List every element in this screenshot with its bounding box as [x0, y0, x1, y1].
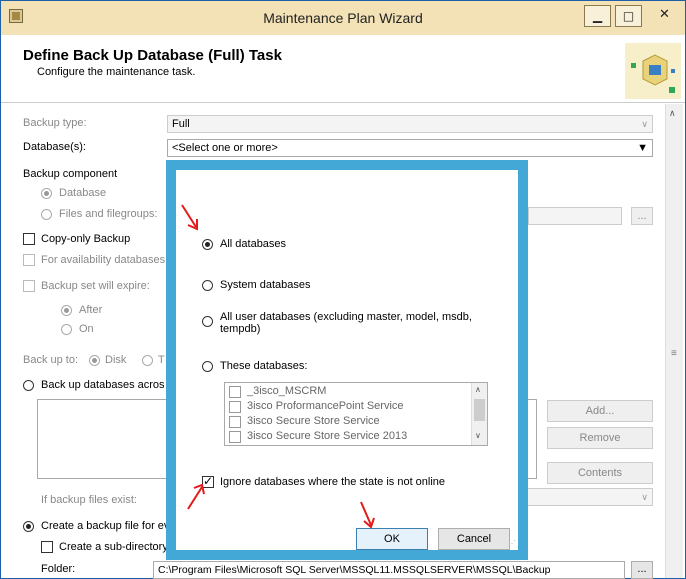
- databases-value: <Select one or more>: [172, 142, 278, 154]
- chevron-down-icon: ∨: [641, 492, 648, 502]
- folder-browse-button[interactable]: ...: [631, 561, 653, 579]
- system-databases-radio[interactable]: [202, 280, 213, 291]
- component-database-radio[interactable]: [41, 188, 52, 199]
- database-selection-dialog: All databases System databases All user …: [166, 160, 528, 560]
- database-checkbox[interactable]: [229, 431, 241, 443]
- back-up-to-tape-label: T: [158, 354, 165, 366]
- create-subdir-checkbox[interactable]: [41, 541, 53, 553]
- annotation-arrow-icon: [360, 501, 375, 529]
- all-databases-radio[interactable]: [202, 239, 213, 250]
- if-backup-exists-label: If backup files exist:: [41, 494, 137, 506]
- folder-label: Folder:: [41, 563, 76, 575]
- scroll-down-icon[interactable]: ∨: [475, 431, 481, 440]
- back-up-across-radio[interactable]: [23, 380, 34, 391]
- back-up-across-label: Back up databases acros: [41, 379, 165, 391]
- list-scrollbar[interactable]: ∧ ∨: [471, 383, 487, 445]
- databases-select[interactable]: <Select one or more> ▼: [167, 139, 653, 157]
- all-user-databases-label-cont: tempdb): [220, 323, 261, 335]
- database-list[interactable]: _3isco_MSCRM 3isco ProformancePoint Serv…: [224, 382, 488, 446]
- back-up-to-tape-radio[interactable]: [142, 355, 153, 366]
- database-checkbox[interactable]: [229, 401, 241, 413]
- wizard-header: Define Back Up Database (Full) Task Conf…: [1, 35, 685, 103]
- create-backup-file-label: Create a backup file for ev: [41, 520, 170, 532]
- all-user-databases-label: All user databases (excluding master, mo…: [220, 311, 472, 323]
- add-button[interactable]: Add...: [547, 400, 653, 422]
- these-databases-label: These databases:: [220, 360, 308, 372]
- title-bar: Maintenance Plan Wizard ▁ □ ✕: [1, 1, 685, 35]
- window-title: Maintenance Plan Wizard: [263, 10, 423, 26]
- database-name: 3isco Secure Store Service 2013: [247, 430, 408, 442]
- back-up-to-label: Back up to:: [23, 354, 79, 366]
- resize-grip-icon[interactable]: ⋰: [508, 539, 516, 548]
- vertical-scrollbar[interactable]: ∧ ≡: [665, 104, 683, 578]
- backup-set-expire-checkbox[interactable]: [23, 280, 35, 292]
- expire-on-label: On: [79, 323, 94, 335]
- cancel-button[interactable]: Cancel: [438, 528, 510, 550]
- scroll-up-icon[interactable]: ∧: [669, 108, 676, 119]
- back-up-to-disk-radio[interactable]: [89, 355, 100, 366]
- annotation-arrow-icon: [181, 204, 198, 231]
- backup-type-select[interactable]: Full ∨: [167, 115, 653, 133]
- scroll-thumb[interactable]: [474, 399, 485, 421]
- close-button[interactable]: ✕: [646, 5, 683, 27]
- backup-type-label: Backup type:: [23, 117, 87, 129]
- back-up-to-disk-label: Disk: [105, 354, 127, 366]
- backup-type-value: Full: [172, 118, 190, 130]
- database-name: 3isco Secure Store Service: [247, 415, 380, 427]
- availability-checkbox[interactable]: [23, 254, 35, 266]
- minimize-button[interactable]: ▁: [584, 5, 611, 27]
- database-checkbox[interactable]: [229, 416, 241, 428]
- expire-after-label: After: [79, 304, 103, 316]
- database-name: 3isco ProformancePoint Service: [247, 400, 404, 412]
- database-name: _3isco_MSCRM: [247, 385, 327, 397]
- all-user-databases-radio[interactable]: [202, 316, 213, 327]
- chevron-down-icon: ∨: [641, 119, 648, 129]
- backup-set-expire-label: Backup set will expire:: [41, 280, 150, 292]
- component-files-label: Files and filegroups:: [59, 208, 158, 220]
- ok-button[interactable]: OK: [356, 528, 428, 550]
- annotation-arrow-icon: [187, 483, 205, 510]
- page-title: Define Back Up Database (Full) Task: [23, 47, 282, 64]
- create-backup-file-radio[interactable]: [23, 521, 34, 532]
- wizard-graphic-icon: [625, 43, 681, 99]
- page-subtitle: Configure the maintenance task.: [37, 66, 196, 78]
- expire-after-radio[interactable]: [61, 305, 72, 316]
- component-database-label: Database: [59, 187, 107, 199]
- availability-label: For availability databases,: [41, 254, 169, 266]
- database-selection-panel: All databases System databases All user …: [176, 170, 518, 550]
- scroll-grip-icon[interactable]: ≡: [671, 348, 677, 359]
- component-files-radio[interactable]: [41, 209, 52, 220]
- maximize-button[interactable]: □: [615, 5, 642, 27]
- backup-component-label: Backup component: [23, 168, 118, 180]
- folder-input[interactable]: C:\Program Files\Microsoft SQL Server\MS…: [153, 561, 625, 579]
- create-subdir-label: Create a sub-directory: [59, 541, 168, 553]
- remove-button[interactable]: Remove: [547, 427, 653, 449]
- files-browse-button[interactable]: ...: [631, 207, 653, 225]
- databases-label: Database(s):: [23, 141, 86, 153]
- maintenance-plan-wizard-window: Maintenance Plan Wizard ▁ □ ✕ Define Bac…: [0, 0, 686, 579]
- expire-on-radio[interactable]: [61, 324, 72, 335]
- all-databases-label: All databases: [220, 238, 287, 250]
- ignore-offline-label: Ignore databases where the state is not …: [220, 476, 446, 488]
- files-filegroups-field[interactable]: [528, 207, 622, 225]
- copy-only-checkbox[interactable]: [23, 233, 35, 245]
- dropdown-arrow-icon: ▼: [637, 142, 648, 154]
- copy-only-label: Copy-only Backup: [41, 233, 131, 245]
- these-databases-radio[interactable]: [202, 361, 213, 372]
- database-checkbox[interactable]: [229, 386, 241, 398]
- contents-button[interactable]: Contents: [547, 462, 653, 484]
- system-databases-label: System databases: [220, 279, 311, 291]
- scroll-up-icon[interactable]: ∧: [475, 385, 481, 394]
